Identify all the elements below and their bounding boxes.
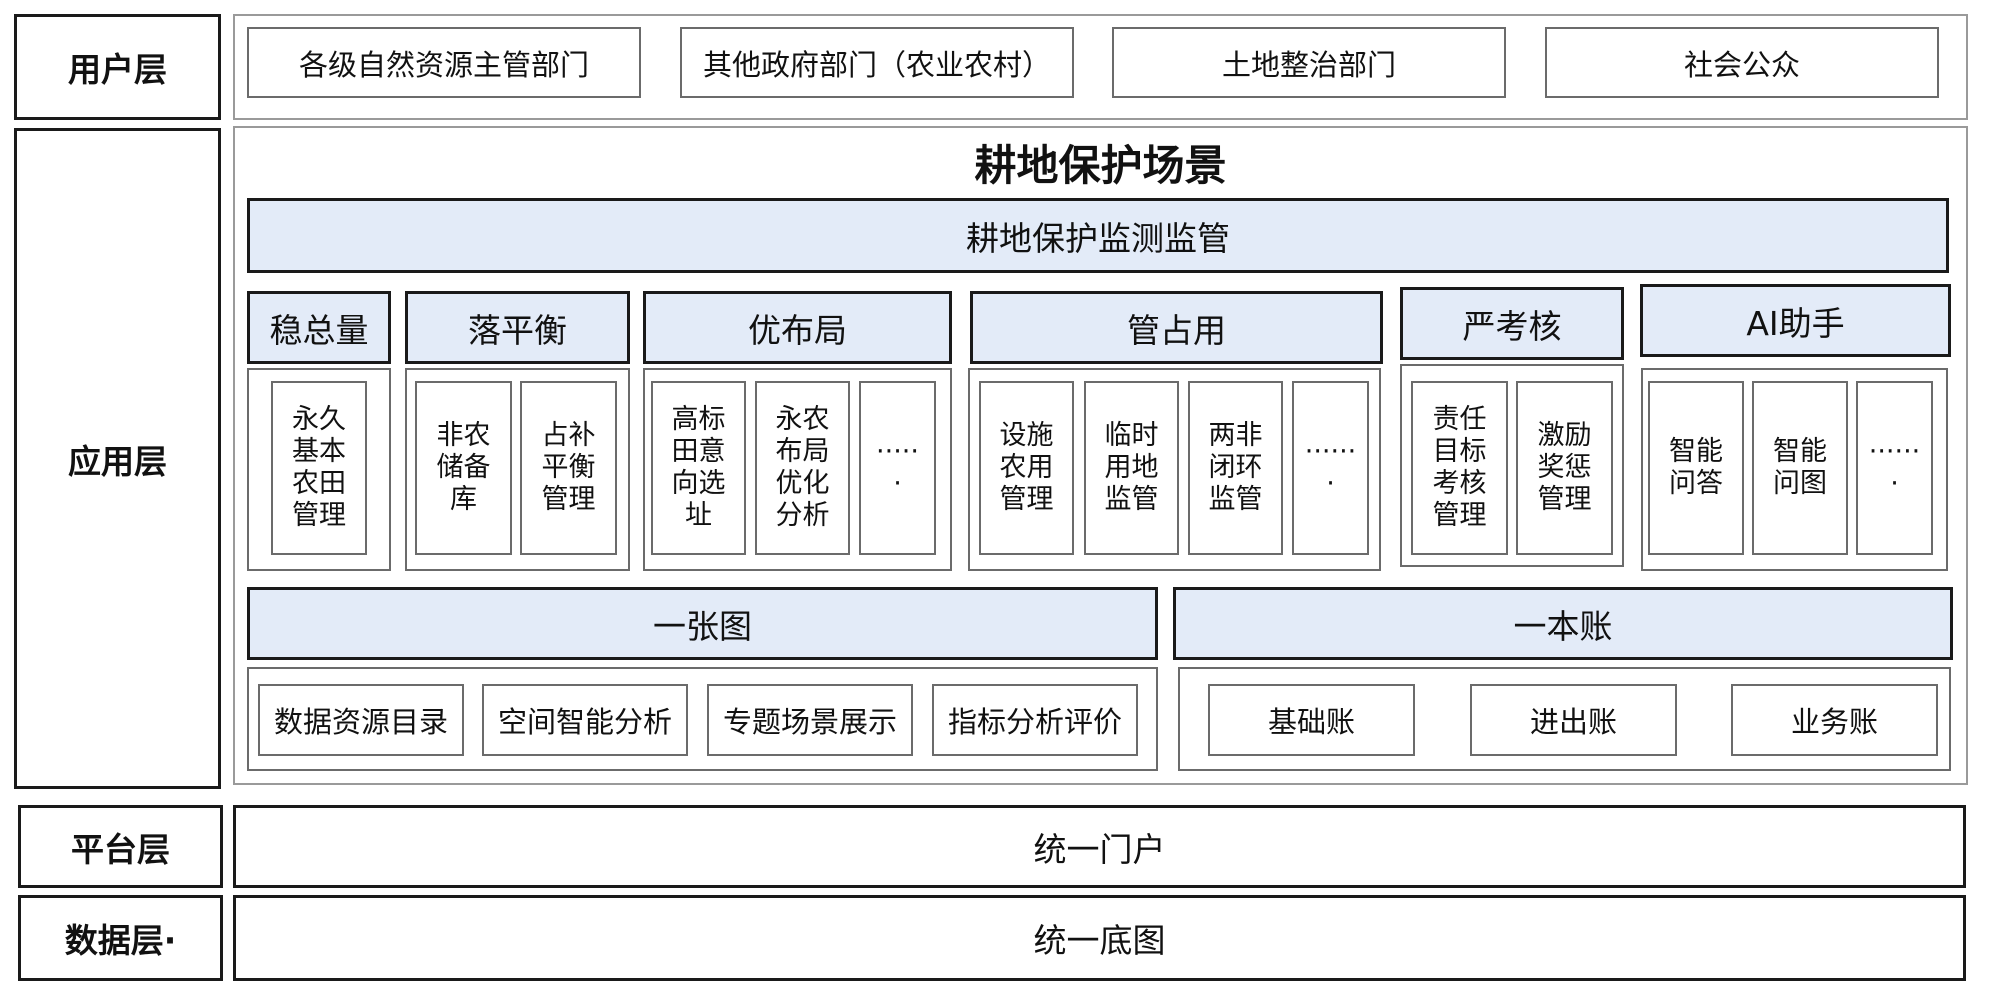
group-item-site-selection: 高标 田意 向选 址 — [651, 381, 746, 555]
layer-label-application: 应用层 — [14, 128, 221, 789]
group-item-occupation-balance: 占补 平衡 管理 — [520, 381, 617, 555]
group-header-layout: 优布局 — [643, 291, 952, 364]
group-item-nonfarm-reserve: 非农 储备 库 — [415, 381, 512, 555]
group-item-incentive-penalty: 激励 奖惩 管理 — [1516, 381, 1613, 555]
map-item-scenario-display: 专题场景展示 — [707, 684, 913, 756]
group-item-responsibility-assessment: 责任 目标 考核 管理 — [1411, 381, 1508, 555]
ledger-item-in-out: 进出账 — [1470, 684, 1677, 756]
unified-portal: 统一门户 — [233, 805, 1966, 888]
layer-label-platform: 平台层 — [18, 805, 223, 888]
group-item-layout-optimization: 永农 布局 优化 分析 — [755, 381, 850, 555]
group-item-smart-qa: 智能 问答 — [1648, 381, 1744, 555]
group-header-balance: 落平衡 — [405, 291, 630, 364]
user-item-public: 社会公众 — [1545, 27, 1939, 98]
monitoring-bar: 耕地保护监测监管 — [247, 198, 1949, 273]
scenario-title: 耕地保护场景 — [974, 140, 1227, 190]
one-ledger-header: 一本账 — [1173, 587, 1953, 660]
ledger-item-business: 业务账 — [1731, 684, 1938, 756]
map-item-indicator-evaluation: 指标分析评价 — [932, 684, 1138, 756]
user-item-natural-resources: 各级自然资源主管部门 — [247, 27, 641, 98]
unified-basemap: 统一底图 — [233, 895, 1966, 981]
map-item-data-catalog: 数据资源目录 — [258, 684, 464, 756]
group-item-facility-farmland: 设施 农用 管理 — [979, 381, 1074, 555]
group-item-more: ······ · — [1856, 381, 1933, 555]
group-item-smart-map-query: 智能 问图 — [1752, 381, 1848, 555]
user-item-land-consolidation: 土地整治部门 — [1112, 27, 1506, 98]
group-header-total-quantity: 稳总量 — [247, 291, 391, 364]
layer-label-user: 用户层 — [14, 14, 221, 120]
group-header-ai-assistant: AI助手 — [1640, 284, 1951, 357]
group-item-permanent-farmland: 永久 基本 农田 管理 — [271, 381, 367, 555]
group-item-more: ······ · — [1292, 381, 1369, 555]
group-item-more: ····· · — [859, 381, 936, 555]
group-header-assessment: 严考核 — [1400, 287, 1624, 360]
group-item-temporary-land: 临时 用地 监管 — [1084, 381, 1179, 555]
group-header-occupation: 管占用 — [970, 291, 1383, 364]
group-item-two-non-loop: 两非 闭环 监管 — [1188, 381, 1283, 555]
user-item-other-government: 其他政府部门（农业农村） — [680, 27, 1074, 98]
one-map-header: 一张图 — [247, 587, 1158, 660]
ledger-item-basic: 基础账 — [1208, 684, 1415, 756]
layer-label-data: 数据层· — [18, 895, 223, 981]
map-item-spatial-analysis: 空间智能分析 — [482, 684, 688, 756]
